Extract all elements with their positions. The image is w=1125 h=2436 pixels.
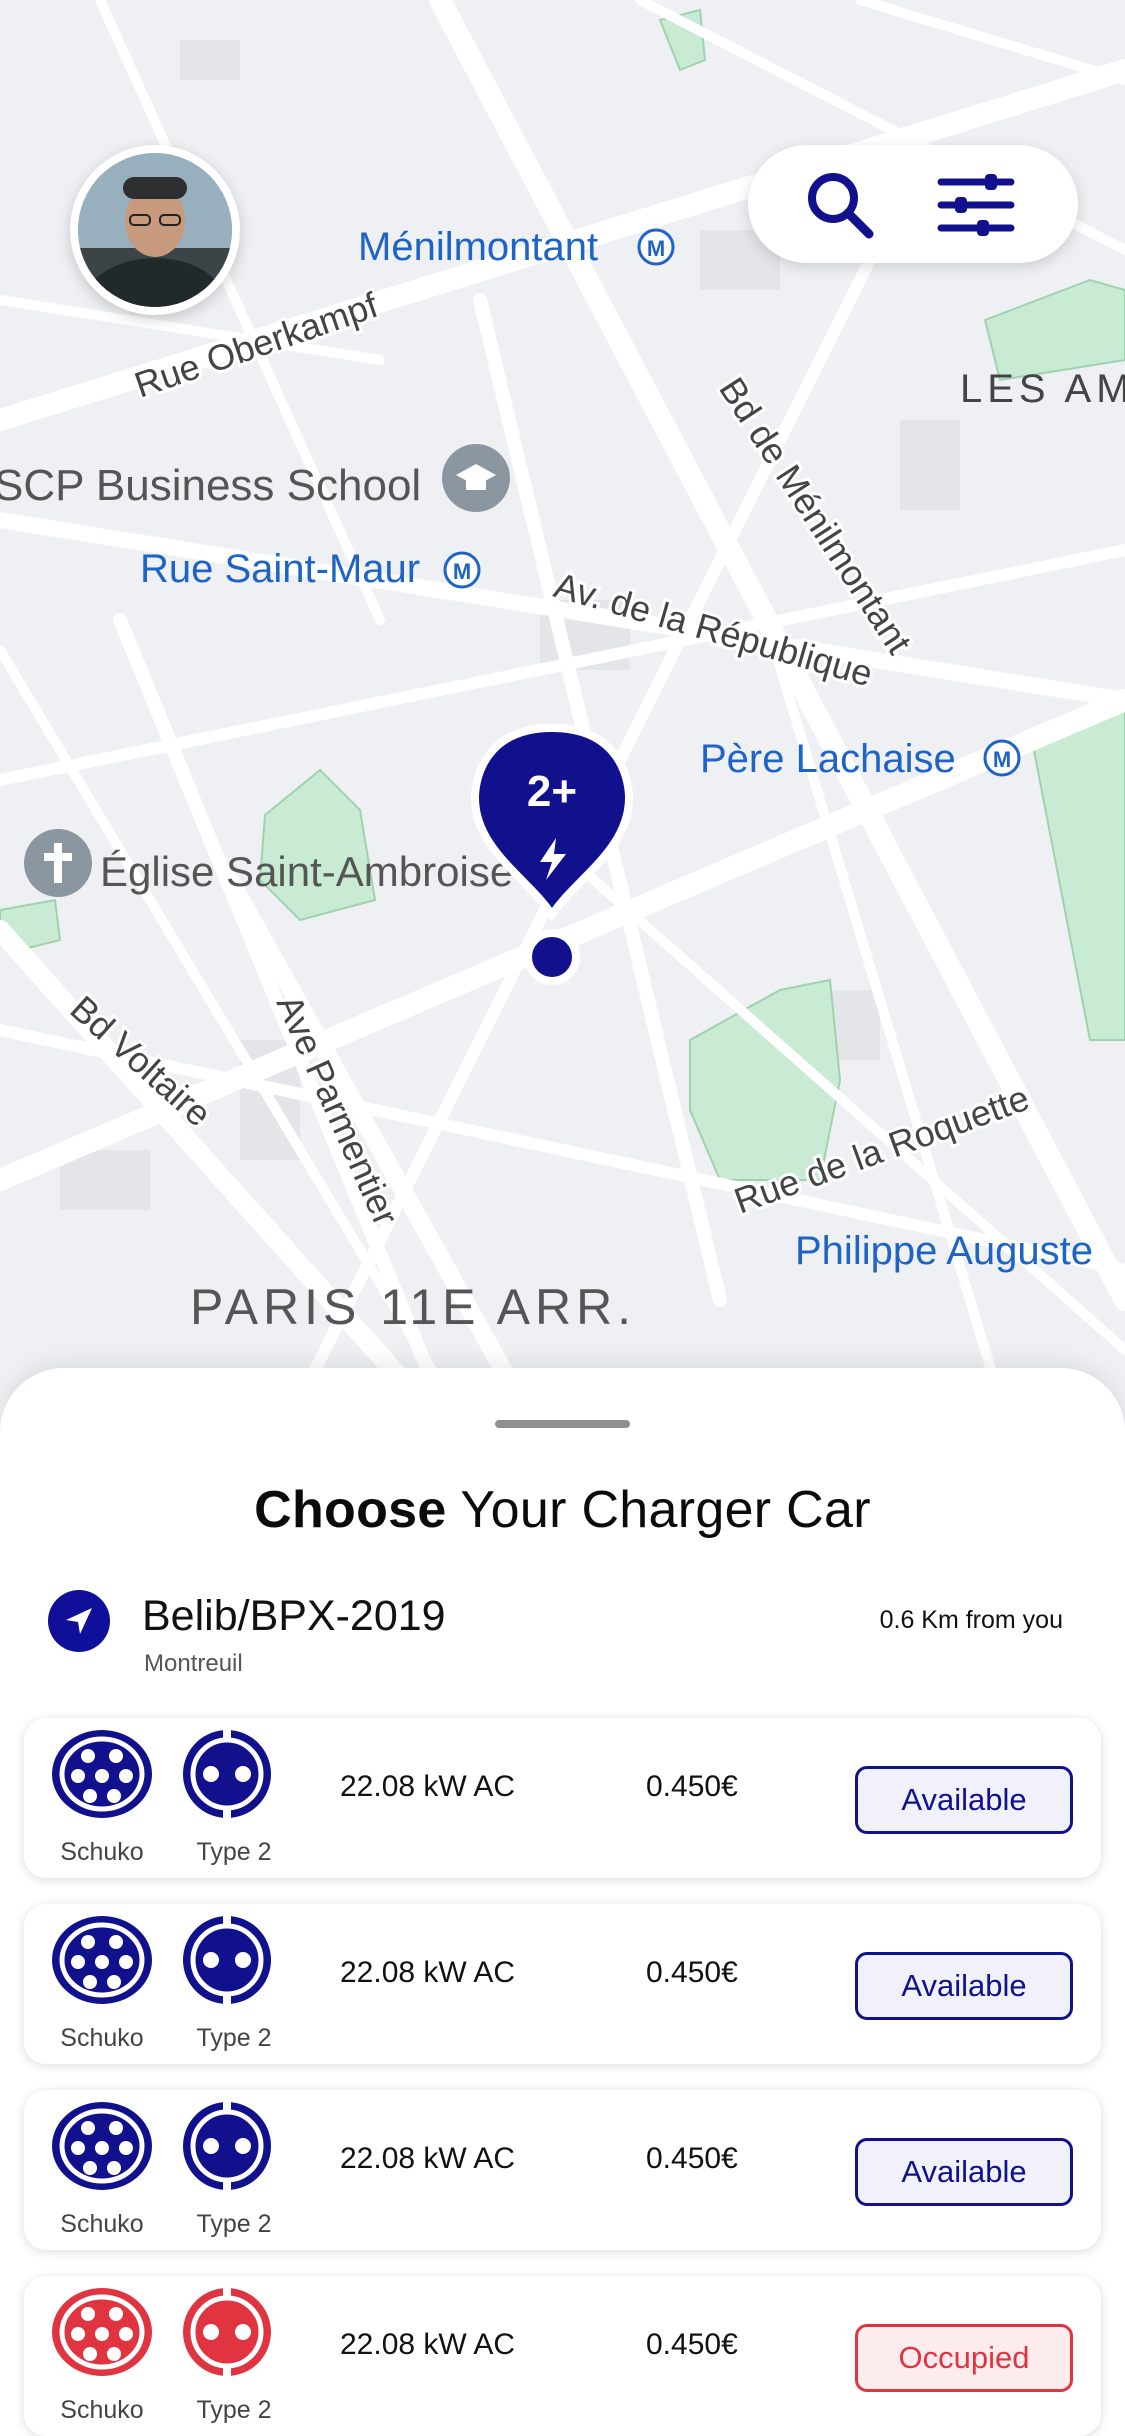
type2-plug: Type 2 [180, 1914, 288, 2054]
svg-text:M: M [647, 236, 665, 261]
map-controls [748, 145, 1078, 263]
church-icon [24, 829, 92, 897]
map-label-pere-lachaise: Père Lachaise [700, 737, 956, 781]
type2-plug: Type 2 [180, 1728, 288, 1868]
charger-price: 0.450€ [646, 2142, 738, 2175]
charger-card[interactable]: Schuko Type 2 22.08 kW AC 0.450€ Availab… [24, 1904, 1101, 2064]
charger-card[interactable]: Schuko Type 2 22.08 kW AC 0.450€ Availab… [24, 2090, 1101, 2250]
map-label-scp-business-school: SCP Business School [0, 461, 421, 510]
schuko-plug: Schuko [48, 2100, 156, 2240]
map-label-rue-saint-maur: Rue Saint-Maur [140, 547, 420, 591]
navigation-arrow-icon[interactable] [48, 1590, 110, 1652]
charger-card[interactable]: Schuko Type 2 22.08 kW AC 0.450€ Availab… [24, 1718, 1101, 1878]
schuko-plug-icon [52, 2102, 152, 2190]
avatar-photo [78, 153, 232, 307]
sheet-title: Choose Your Charger Car [254, 1481, 871, 1539]
plug-label: Schuko [60, 2210, 144, 2238]
charger-price: 0.450€ [646, 1770, 738, 1803]
plug-label: Schuko [60, 2396, 144, 2424]
type2-plug-icon [183, 1916, 271, 2004]
station-name: Belib/BPX-2019 [142, 1592, 446, 1640]
map-label-les-am: LES AM [960, 367, 1125, 411]
svg-text:M: M [993, 747, 1011, 772]
svg-text:M: M [453, 559, 471, 584]
charger-status-button[interactable]: Available [855, 2138, 1073, 2206]
plug-label: Type 2 [196, 1838, 272, 1866]
charger-power: 22.08 kW AC [340, 1956, 516, 1989]
filter-sliders-icon [937, 174, 1015, 236]
charger-status-button[interactable]: Occupied [855, 2324, 1073, 2392]
schuko-plug: Schuko [48, 2286, 156, 2426]
user-avatar[interactable] [70, 145, 240, 315]
search-icon [808, 173, 874, 239]
charger-price: 0.450€ [646, 1956, 738, 1989]
charger-price: 0.450€ [646, 2328, 738, 2361]
charger-card[interactable]: Schuko Type 2 22.08 kW AC 0.450€ Occupie… [24, 2276, 1101, 2436]
map-label-philippe-auguste: Philippe Auguste [795, 1229, 1093, 1273]
map-label-menilmontant: Ménilmontant [358, 225, 598, 269]
charger-power: 22.08 kW AC [340, 1770, 516, 1803]
type2-plug: Type 2 [180, 2286, 288, 2426]
plug-label: Type 2 [196, 2024, 272, 2052]
location-dot [524, 929, 580, 985]
plug-label: Type 2 [196, 2396, 272, 2424]
plug-label: Schuko [60, 1838, 144, 1866]
map-label-eglise-saint-ambroise: Église Saint-Ambroise [100, 848, 513, 895]
schuko-plug-icon [52, 2288, 152, 2376]
type2-plug-icon [183, 2288, 271, 2376]
charger-status-button[interactable]: Available [855, 1952, 1073, 2020]
sheet-drag-handle[interactable] [495, 1420, 630, 1428]
schuko-plug-icon [52, 1916, 152, 2004]
type2-plug: Type 2 [180, 2100, 288, 2240]
type2-plug-icon [183, 2102, 271, 2190]
charger-status-button[interactable]: Available [855, 1766, 1073, 1834]
station-distance: 0.6 Km from you [879, 1606, 1063, 1634]
schuko-plug: Schuko [48, 1914, 156, 2054]
charger-power: 22.08 kW AC [340, 2328, 516, 2361]
school-icon [442, 444, 510, 512]
search-button[interactable] [800, 165, 880, 245]
schuko-plug-icon [52, 1730, 152, 1818]
schuko-plug: Schuko [48, 1728, 156, 1868]
cluster-count: 2+ [527, 767, 577, 816]
plug-label: Schuko [60, 2024, 144, 2052]
plug-label: Type 2 [196, 2210, 272, 2238]
type2-plug-icon [183, 1730, 271, 1818]
charger-power: 22.08 kW AC [340, 2142, 516, 2175]
station-city: Montreuil [144, 1650, 243, 1677]
filter-button[interactable] [936, 165, 1016, 245]
map-label-paris-11e: PARIS 11E ARR. [190, 1279, 636, 1335]
